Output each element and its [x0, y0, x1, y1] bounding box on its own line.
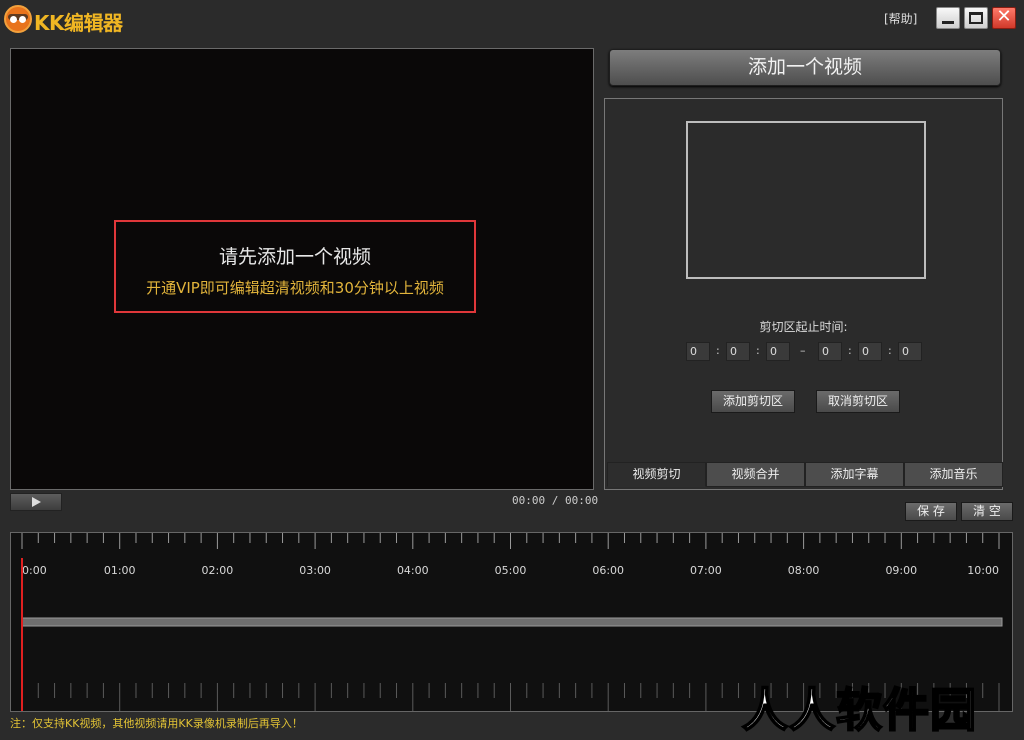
maximize-icon — [969, 12, 983, 24]
clear-button[interactable]: 清 空 — [961, 502, 1013, 521]
vip-notice[interactable]: 开通VIP即可编辑超清视频和30分钟以上视频 — [116, 277, 474, 298]
empty-notice: 请先添加一个视频 开通VIP即可编辑超清视频和30分钟以上视频 — [114, 220, 476, 313]
add-cut-button[interactable]: 添加剪切区 — [711, 390, 795, 413]
tab-video-merge[interactable]: 视频合并 — [706, 462, 805, 487]
title-bar: KK编辑器 [帮助] ✕ — [0, 0, 1024, 40]
tab-add-subtitle[interactable]: 添加字幕 — [805, 462, 904, 487]
edit-panel: 剪切区起止时间: 0 : 0 : 0 – 0 : 0 : 0 添加剪切区 取消剪… — [604, 98, 1003, 490]
time-separator: : — [848, 344, 852, 357]
function-tabs: 视频剪切 视频合并 添加字幕 添加音乐 — [607, 462, 1003, 488]
ruler-label: 04:00 — [397, 564, 429, 577]
ruler-label: 09:00 — [885, 564, 917, 577]
ruler-label: 05:00 — [495, 564, 527, 577]
time-separator: : — [716, 344, 720, 357]
end-second-field[interactable]: 0 — [898, 342, 922, 361]
ruler-label: 10:00 — [967, 564, 999, 577]
notice-title: 请先添加一个视频 — [218, 246, 371, 268]
cancel-cut-button[interactable]: 取消剪切区 — [816, 390, 900, 413]
end-minute-field[interactable]: 0 — [858, 342, 882, 361]
video-thumbnail — [686, 121, 926, 279]
watermark: 人人软件园 — [741, 682, 977, 738]
start-second-field[interactable]: 0 — [766, 342, 790, 361]
close-icon: ✕ — [996, 6, 1012, 27]
time-separator: : — [756, 344, 760, 357]
save-button[interactable]: 保 存 — [905, 502, 957, 521]
video-preview: 请先添加一个视频 开通VIP即可编辑超清视频和30分钟以上视频 — [10, 48, 594, 490]
start-hour-field[interactable]: 0 — [686, 342, 710, 361]
tab-video-cut[interactable]: 视频剪切 — [607, 462, 706, 487]
end-hour-field[interactable]: 0 — [818, 342, 842, 361]
close-button[interactable]: ✕ — [992, 6, 1016, 29]
minimize-button[interactable] — [936, 7, 960, 29]
start-minute-field[interactable]: 0 — [726, 342, 750, 361]
play-icon — [32, 497, 41, 507]
help-link[interactable]: [帮助] — [884, 10, 917, 27]
app-title: KK编辑器 — [34, 11, 123, 35]
range-dash: – — [800, 344, 806, 357]
ruler-label: 0:00 — [22, 564, 47, 577]
ruler-label: 06:00 — [592, 564, 624, 577]
maximize-button[interactable] — [964, 7, 988, 29]
time-separator: : — [888, 344, 892, 357]
ruler-label: 07:00 — [690, 564, 722, 577]
time-readout: 00:00 / 00:00 — [512, 494, 599, 507]
app-logo-icon — [4, 5, 32, 33]
cut-range-label: 剪切区起止时间: — [759, 320, 848, 334]
ruler-label: 01:00 — [104, 564, 136, 577]
ruler-label: 03:00 — [299, 564, 331, 577]
ruler-label: 08:00 — [788, 564, 820, 577]
minimize-icon — [942, 21, 954, 24]
add-video-button[interactable]: 添加一个视频 — [609, 49, 1001, 86]
video-track[interactable] — [21, 617, 1003, 627]
tab-add-music[interactable]: 添加音乐 — [904, 462, 1003, 487]
ruler-label: 02:00 — [202, 564, 234, 577]
play-button[interactable] — [10, 493, 62, 511]
footer-note: 注：仅支持KK视频，其他视频请用KK录像机录制后再导入！ — [10, 717, 303, 730]
